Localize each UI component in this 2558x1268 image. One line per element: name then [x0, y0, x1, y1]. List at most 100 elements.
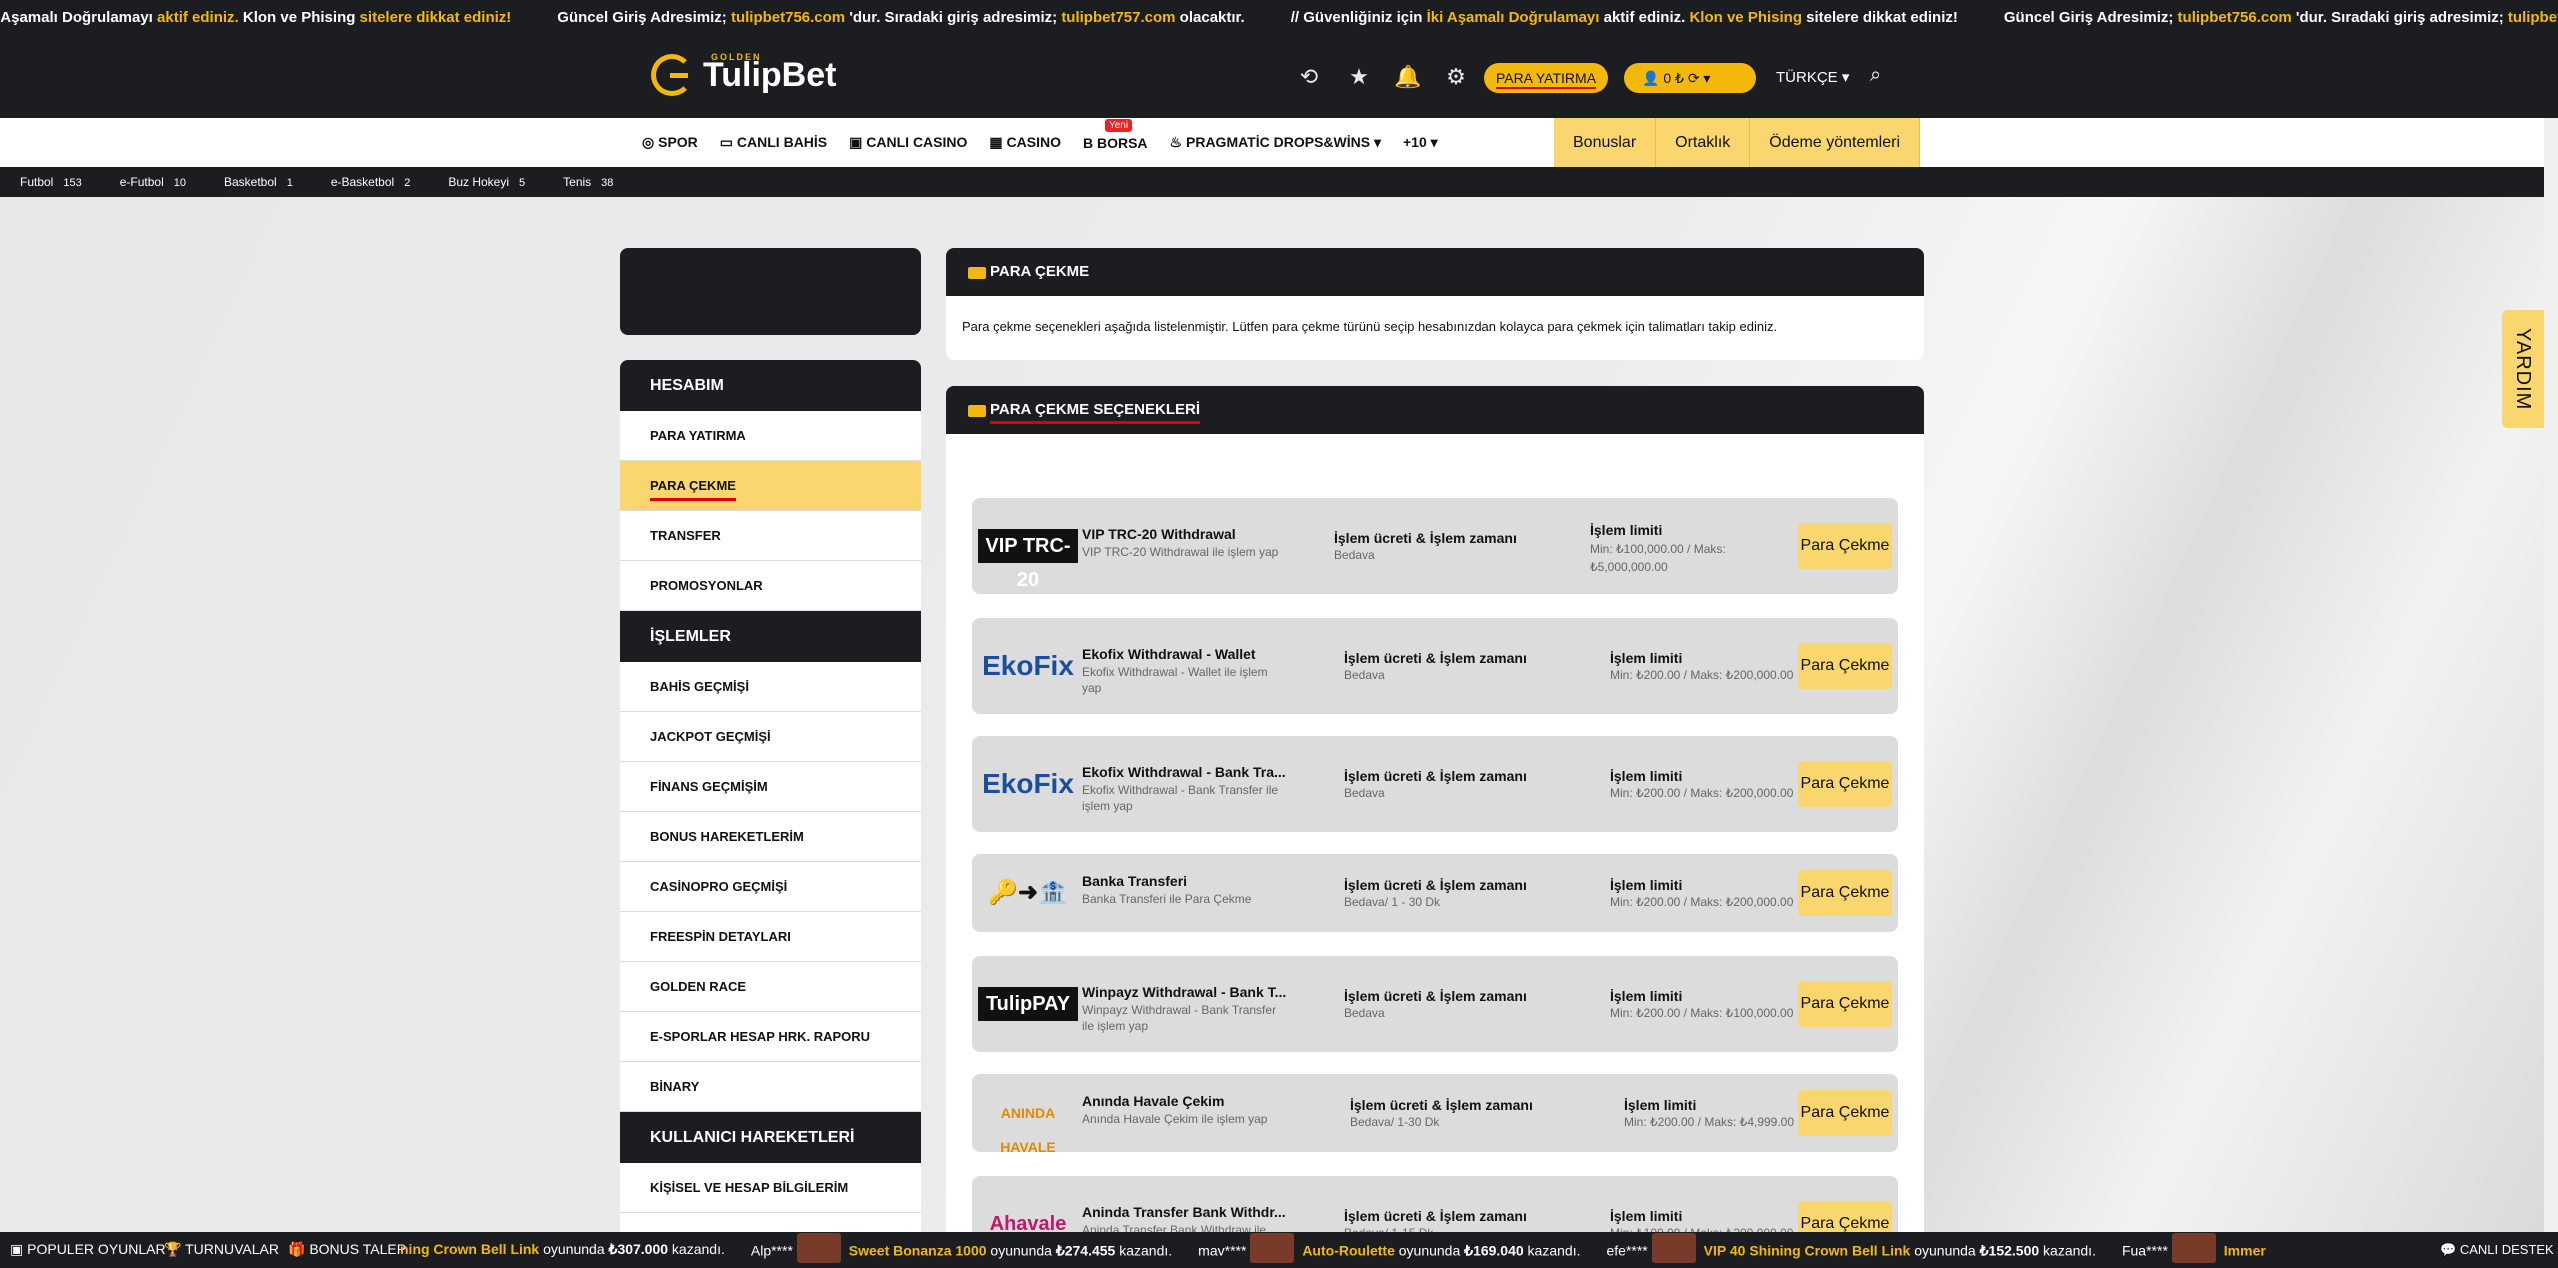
nav-link[interactable]: Ödeme yöntemleri	[1750, 118, 1920, 167]
gear-icon[interactable]: ⚙	[1443, 64, 1469, 90]
withdraw-button[interactable]: Para Çekme	[1798, 981, 1892, 1027]
main-nav: ◎ SPOR ▭ CANLI BAHİS ▣ CANLI CASINO ▦ CASIN…	[0, 118, 2544, 167]
sidebar-item[interactable]: PARA ÇEKME	[620, 461, 921, 511]
sidebar-item[interactable]: GOLDEN RACE	[620, 962, 921, 1012]
new-badge: Yeni	[1104, 118, 1133, 132]
fee-value: Bedava	[1334, 548, 1375, 562]
withdraw-button[interactable]: Para Çekme	[1798, 1090, 1892, 1136]
nav-item[interactable]: B BORSA Yeni	[1083, 118, 1148, 151]
history-icon[interactable]: ⟲	[1296, 64, 1322, 90]
star-icon[interactable]: ★	[1346, 64, 1372, 90]
logo[interactable]: GOLDEN TulipBet	[651, 52, 836, 96]
nav-icon: ♨	[1169, 134, 1186, 150]
sidebar-item[interactable]: BİNARY	[620, 1062, 921, 1112]
winner-game[interactable]: Immer	[2224, 1243, 2266, 1259]
withdraw-button[interactable]: Para Çekme	[1798, 761, 1892, 807]
balance-dropdown[interactable]: 👤 0 ₺ ⟳ ▾	[1624, 63, 1756, 93]
fee-value: Bedava/ 1 - 30 Dk	[1344, 895, 1441, 909]
fee-label: İşlem ücreti & İşlem zamanı	[1344, 650, 1527, 666]
payment-name: Ekofix Withdrawal - Wallet	[1082, 646, 1256, 662]
sidebar-item[interactable]: KİŞİSEL VE HESAP BİLGİLERİM	[620, 1163, 921, 1213]
fee-label: İşlem ücreti & İşlem zamanı	[1334, 530, 1517, 546]
winner-user: mav****	[1198, 1242, 1251, 1259]
winner-user: efe****	[1606, 1242, 1652, 1259]
withdraw-button[interactable]: Para Çekme	[1798, 643, 1892, 689]
winner-amount: ₺152.500	[1979, 1242, 2040, 1259]
ticker-text: aktif ediniz.	[152, 9, 243, 26]
live-support-button[interactable]: 💬 CANLI DESTEK	[2428, 1232, 2558, 1268]
search-icon[interactable]: ⌕	[1870, 64, 1881, 87]
ticker-text: Güncel Giriş Adresimiz;	[2003, 9, 2178, 26]
won-label: kazandı.	[2039, 1242, 2096, 1259]
payment-option: 🔑➜🏦 Banka Transferi Banka Transferi ile Pa…	[972, 854, 1898, 932]
help-tab[interactable]: YARDIM	[2502, 310, 2544, 428]
sidebar-item[interactable]	[620, 1213, 921, 1232]
sidebar-item[interactable]: BAHİS GEÇMİŞİ	[620, 662, 921, 712]
winner-item: ning Crown Bell Link oyununda ₺307.000 k…	[400, 1241, 725, 1263]
nav-item[interactable]: ♨ PRAGMATİC DROPS&WİNS ▾	[1170, 134, 1381, 151]
sidebar-item[interactable]: PROMOSYONLAR	[620, 561, 921, 611]
bonus-request-link[interactable]: 🎁 BONUS TALEP	[288, 1241, 406, 1258]
fee-label: İşlem ücreti & İşlem zamanı	[1344, 1208, 1527, 1224]
sidebar-item[interactable]: CASİNOPRO GEÇMİŞİ	[620, 862, 921, 912]
refresh-icon[interactable]: ⟳	[1688, 70, 1700, 86]
payment-logo: ANINDA HAVALE	[1000, 1105, 1056, 1155]
nav-link[interactable]: Bonuslar	[1554, 118, 1657, 167]
limit-value: Min: ₺200.00 / Maks: ₺4,999.00	[1624, 1115, 1795, 1129]
nav-item[interactable]: ◎ SPOR	[642, 134, 698, 151]
sport-item[interactable]: Tenis 38	[563, 175, 613, 189]
withdraw-button[interactable]: Para Çekme	[1798, 870, 1892, 916]
ticker-text: 'dur. Sıradaki giriş adresimiz;	[845, 9, 1062, 26]
nav-item[interactable]: ▦ CASINO	[989, 134, 1061, 151]
winner-user: Fua****	[2121, 1242, 2172, 1259]
fee-label: İşlem ücreti & İşlem zamanı	[1350, 1097, 1533, 1113]
tournaments-link[interactable]: 🏆 TURNUVALAR	[164, 1241, 279, 1258]
sport-item[interactable]: Basketbol 1	[224, 175, 293, 189]
won-label: kazandı.	[1523, 1242, 1581, 1259]
sidebar-item[interactable]: BONUS HAREKETLERİM	[620, 812, 921, 862]
limit-label: İşlem limiti	[1610, 1208, 1683, 1224]
winner-game[interactable]: ning Crown Bell Link	[400, 1241, 539, 1257]
sidebar-item[interactable]: E-SPORLAR HESAP HRK. RAPORU	[620, 1012, 921, 1062]
sidebar-item[interactable]: PARA YATIRMA	[620, 411, 921, 461]
sidebar-item[interactable]: TRANSFER	[620, 511, 921, 561]
nav-item[interactable]: ▣ CANLI CASINO	[849, 134, 967, 151]
bonus-request-label: BONUS TALEP	[309, 1241, 407, 1257]
nav-item[interactable]: ▭ CANLI BAHİS	[720, 134, 827, 151]
limit-label: İşlem limiti	[1624, 1097, 1697, 1113]
ticker-message: // Güvenliğiniz için İki Aşamalı Doğrula…	[1291, 9, 1958, 26]
sidebar-item[interactable]: FİNANS GEÇMİŞİM	[620, 762, 921, 812]
deposit-button[interactable]: PARA YATIRMA	[1484, 63, 1608, 93]
sidebar-item[interactable]: FREESPİN DETAYLARI	[620, 912, 921, 962]
ticker-text: tulipbet756.com	[2177, 9, 2292, 26]
nav-item[interactable]: +10 ▾	[1403, 134, 1438, 151]
sport-item[interactable]: Buz Hokeyi 5	[448, 175, 525, 189]
sport-name: e-Futbol	[119, 175, 164, 189]
popular-games-link[interactable]: ▣ POPULER OYUNLAR	[10, 1241, 166, 1258]
sport-count: 2	[404, 177, 411, 189]
winner-game[interactable]: Sweet Bonanza 1000	[849, 1243, 987, 1259]
bell-icon[interactable]: 🔔	[1394, 64, 1421, 90]
sport-item[interactable]: e-Basketbol 2	[331, 175, 411, 189]
nav-link[interactable]: Ortaklık	[1656, 118, 1751, 167]
payment-option: EkoFix Ekofix Withdrawal - Wallet Ekofix W…	[972, 618, 1898, 714]
withdraw-button[interactable]: Para Çekme	[1798, 523, 1892, 569]
ticker-message: Güncel Giriş Adresimiz; tulipbet756.com …	[557, 9, 1244, 26]
limit-value: Min: ₺200.00 / Maks: ₺100,000.00	[1610, 1006, 1794, 1020]
bottom-bar: ▣ POPULER OYUNLAR 🏆 TURNUVALAR 🎁 BONUS T…	[0, 1232, 2558, 1268]
winner-game[interactable]: VIP 40 Shining Crown Bell Link	[1704, 1243, 1911, 1259]
sidebar-item[interactable]: JACKPOT GEÇMİŞİ	[620, 712, 921, 762]
payment-option: VIP TRC-20 VIP TRC-20 Withdrawal VIP TRC-2…	[972, 498, 1898, 594]
language-selector[interactable]: TÜRKÇE ▾	[1776, 68, 1849, 86]
payment-option: ANINDA HAVALE Anında Havale Çekim Anında H…	[972, 1074, 1898, 1155]
fee-label: İşlem ücreti & İşlem zamanı	[1344, 768, 1527, 784]
sport-item[interactable]: e-Futbol 10	[120, 175, 186, 189]
withdraw-button[interactable]: Para Çekme	[1798, 1201, 1892, 1232]
winner-game[interactable]: Auto-Roulette	[1302, 1243, 1395, 1259]
sport-item[interactable]: Futbol 153	[20, 175, 82, 189]
ticker-text: sitelere dikkat ediniz!	[355, 9, 512, 26]
sidebar-item-label: E-SPORLAR HESAP HRK. RAPORU	[650, 1029, 871, 1044]
limit-label: İşlem limiti	[1590, 522, 1663, 538]
logo-subtitle: GOLDEN	[711, 52, 762, 62]
vertical-scrollbar[interactable]	[2544, 118, 2558, 1232]
